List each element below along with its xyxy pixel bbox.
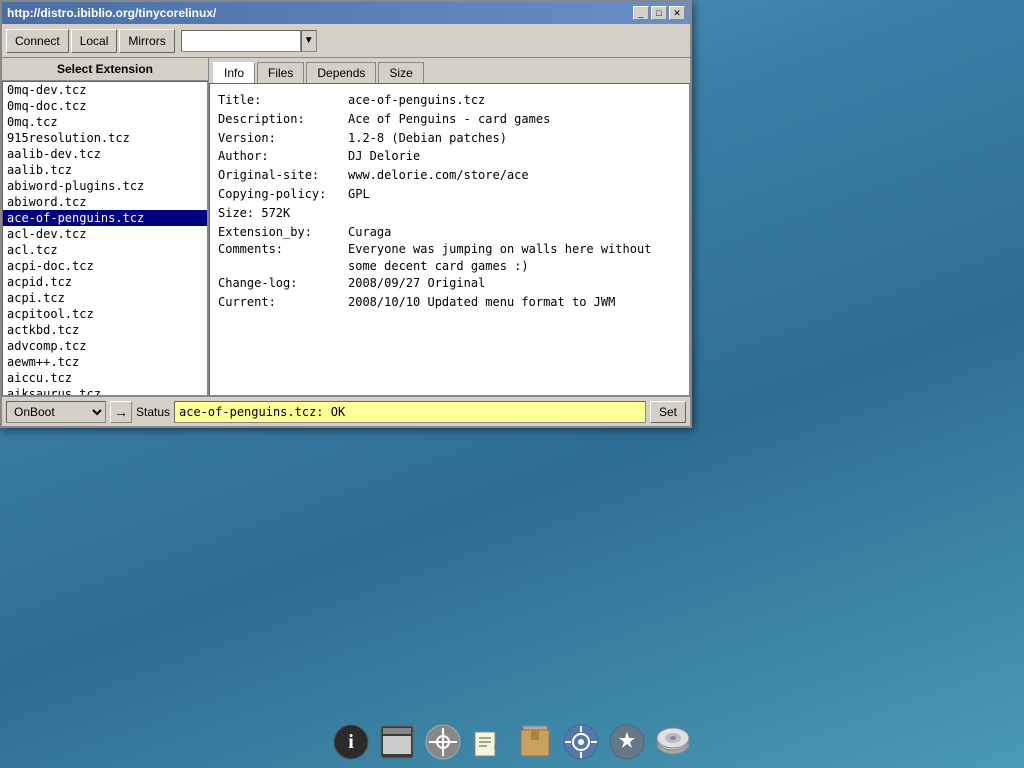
extension-by-label: Extension_by:: [218, 224, 348, 241]
list-item[interactable]: 0mq-dev.tcz: [3, 82, 207, 98]
search-container: ▼: [181, 30, 317, 52]
taskbar-window-icon[interactable]: [377, 722, 417, 762]
title-value: ace-of-penguins.tcz: [348, 92, 485, 109]
list-item[interactable]: ace-of-penguins.tcz: [3, 210, 207, 226]
taskbar-package-icon[interactable]: [515, 722, 555, 762]
change-log-label: Change-log:: [218, 275, 348, 292]
info-content: Title: ace-of-penguins.tcz Description: …: [209, 83, 690, 396]
comments-value-line1: Everyone was jumping on walls here witho…: [348, 242, 651, 256]
list-item[interactable]: 915resolution.tcz: [3, 130, 207, 146]
list-item[interactable]: acpi.tcz: [3, 290, 207, 306]
info-changelog-row: Change-log: 2008/09/27 Original: [218, 275, 681, 292]
title-bar-buttons: _ □ ✕: [633, 6, 685, 20]
mirrors-button[interactable]: Mirrors: [119, 29, 174, 53]
close-button[interactable]: ✕: [669, 6, 685, 20]
change-log-value: 2008/09/27 Original: [348, 275, 485, 292]
list-item[interactable]: acl-dev.tcz: [3, 226, 207, 242]
set-button[interactable]: Set: [650, 401, 686, 423]
original-site-value: www.delorie.com/store/ace: [348, 167, 529, 184]
list-item[interactable]: acl.tcz: [3, 242, 207, 258]
panel-title: Select Extension: [2, 58, 208, 81]
version-label: Version:: [218, 130, 348, 147]
info-extension-by-row: Extension_by: Curaga: [218, 224, 681, 241]
author-label: Author:: [218, 148, 348, 165]
version-value: 1.2-8 (Debian patches): [348, 130, 507, 147]
list-item[interactable]: abiword.tcz: [3, 194, 207, 210]
title-label: Title:: [218, 92, 348, 109]
action-button[interactable]: →: [110, 401, 132, 423]
taskbar-apps-icon[interactable]: [423, 722, 463, 762]
taskbar-info-icon[interactable]: i: [331, 722, 371, 762]
info-size-row: Size: 572K: [218, 205, 681, 222]
maximize-button[interactable]: □: [651, 6, 667, 20]
left-panel: Select Extension 0mq-dev.tcz0mq-doc.tcz0…: [2, 58, 209, 396]
list-item[interactable]: aiccu.tcz: [3, 370, 207, 386]
list-item[interactable]: aewm++.tcz: [3, 354, 207, 370]
list-item[interactable]: acpi-doc.tcz: [3, 258, 207, 274]
svg-text:i: i: [348, 731, 354, 753]
list-item[interactable]: advcomp.tcz: [3, 338, 207, 354]
info-title-row: Title: ace-of-penguins.tcz: [218, 92, 681, 109]
taskbar-edit-icon[interactable]: [469, 722, 509, 762]
list-item[interactable]: acpitool.tcz: [3, 306, 207, 322]
copying-policy-label: Copying-policy:: [218, 186, 348, 203]
search-input[interactable]: [181, 30, 301, 52]
list-item[interactable]: aalib-dev.tcz: [3, 146, 207, 162]
info-author-row: Author: DJ Delorie: [218, 148, 681, 165]
title-bar: http://distro.ibiblio.org/tinycorelinux/…: [2, 2, 690, 24]
list-item[interactable]: aalib.tcz: [3, 162, 207, 178]
connect-button[interactable]: Connect: [6, 29, 69, 53]
current-value: 2008/10/10 Updated menu format to JWM: [348, 294, 615, 311]
local-button[interactable]: Local: [71, 29, 118, 53]
info-copying-policy-row: Copying-policy: GPL: [218, 186, 681, 203]
extension-by-value: Curaga: [348, 224, 391, 241]
list-item[interactable]: abiword-plugins.tcz: [3, 178, 207, 194]
extension-list[interactable]: 0mq-dev.tcz0mq-doc.tcz0mq.tcz915resoluti…: [2, 81, 208, 396]
info-original-site-row: Original-site: www.delorie.com/store/ace: [218, 167, 681, 184]
tab-info[interactable]: Info: [213, 62, 255, 83]
tab-depends[interactable]: Depends: [306, 62, 376, 83]
taskbar-settings-icon[interactable]: [561, 722, 601, 762]
tab-files[interactable]: Files: [257, 62, 304, 83]
comments-label: Comments:: [218, 242, 348, 256]
info-current-row: Current: 2008/10/10 Updated menu format …: [218, 294, 681, 311]
copying-policy-value: GPL: [348, 186, 370, 203]
list-item[interactable]: aiksaurus.tcz: [3, 386, 207, 396]
status-value: ace-of-penguins.tcz: OK: [174, 401, 646, 423]
info-comments-continuation: some decent card games :): [218, 258, 681, 275]
search-dropdown-arrow[interactable]: ▼: [301, 30, 317, 52]
content-area: Select Extension 0mq-dev.tcz0mq-doc.tcz0…: [2, 58, 690, 396]
author-value: DJ Delorie: [348, 148, 420, 165]
description-label: Description:: [218, 111, 348, 128]
app-window: http://distro.ibiblio.org/tinycorelinux/…: [0, 0, 692, 428]
info-version-row: Version: 1.2-8 (Debian patches): [218, 130, 681, 147]
minimize-button[interactable]: _: [633, 6, 649, 20]
list-item[interactable]: acpid.tcz: [3, 274, 207, 290]
original-site-label: Original-site:: [218, 167, 348, 184]
onboot-select[interactable]: OnBoot OnDemand None: [6, 401, 106, 423]
window-title: http://distro.ibiblio.org/tinycorelinux/: [7, 6, 216, 20]
status-bar: OnBoot OnDemand None → Status ace-of-pen…: [2, 396, 690, 426]
tab-size[interactable]: Size: [378, 62, 423, 83]
list-item[interactable]: actkbd.tcz: [3, 322, 207, 338]
current-label: Current:: [218, 294, 348, 311]
list-item[interactable]: 0mq-doc.tcz: [3, 98, 207, 114]
info-comments-row: Comments: Everyone was jumping on walls …: [218, 242, 681, 256]
taskbar-disk-icon[interactable]: [653, 722, 693, 762]
size-value: Size: 572K: [218, 205, 290, 222]
tabs: Info Files Depends Size: [209, 58, 690, 83]
toolbar: Connect Local Mirrors ▼: [2, 24, 690, 58]
status-label: Status: [136, 405, 170, 419]
status-dropdown: OnBoot OnDemand None: [6, 401, 106, 423]
info-description-row: Description: Ace of Penguins - card game…: [218, 111, 681, 128]
right-panel: Info Files Depends Size Title: ace-of-pe…: [209, 58, 690, 396]
description-value: Ace of Penguins - card games: [348, 111, 550, 128]
taskbar: i: [0, 716, 1024, 768]
taskbar-config-icon[interactable]: [607, 722, 647, 762]
list-item[interactable]: 0mq.tcz: [3, 114, 207, 130]
